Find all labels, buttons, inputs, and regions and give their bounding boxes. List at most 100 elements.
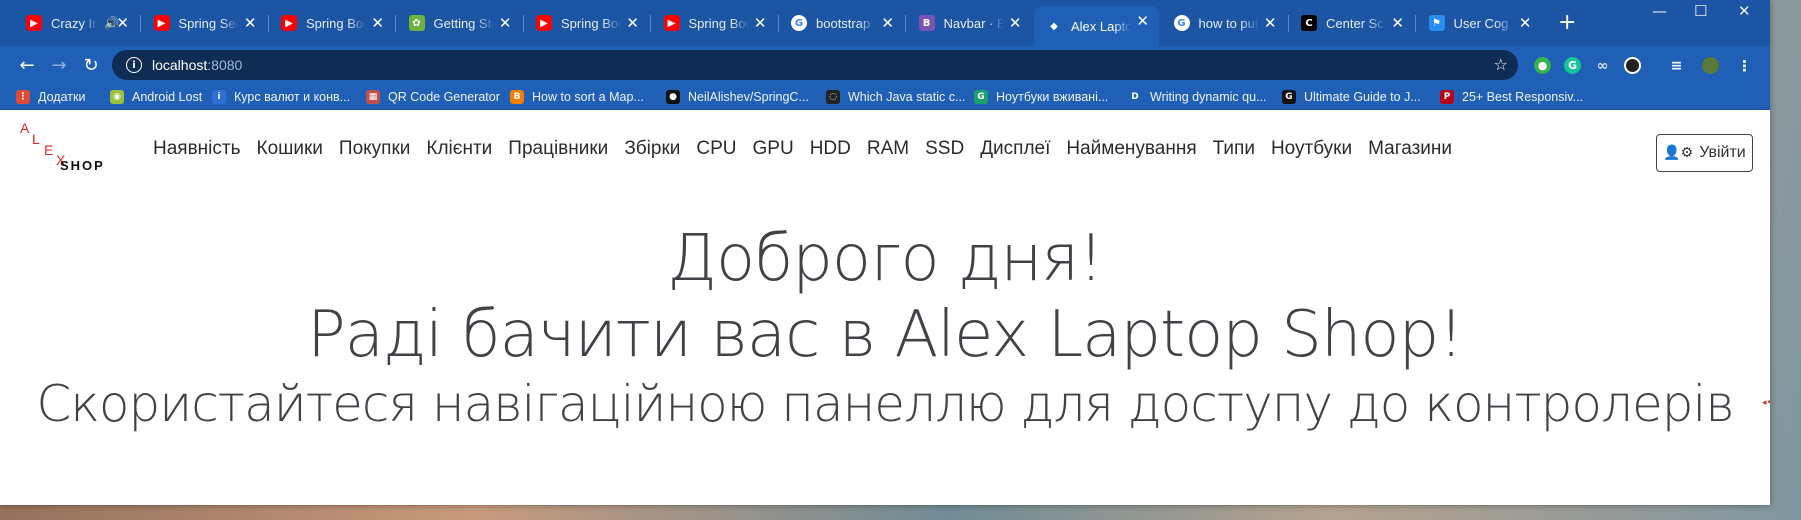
url-port: :8080 (207, 57, 243, 73)
close-window-icon[interactable]: ✕ (1738, 2, 1751, 20)
bookmark-item[interactable]: ● NeilAlishev/SpringC... (666, 88, 809, 106)
bookmark-item[interactable]: i Курс валют и конв... (212, 88, 350, 106)
tab-close-icon[interactable]: ✕ (1519, 14, 1532, 32)
logo-letter: E (44, 142, 54, 158)
user-cog-icon: 👤⚙ (1663, 145, 1694, 161)
back-arrow-icon[interactable]: ← (16, 54, 38, 76)
tab-close-icon[interactable]: ✕ (371, 14, 384, 32)
tab[interactable]: ▶ Spring Boot ✕ (524, 8, 649, 38)
page-content: A L E X SHOP Наявність Кошики Покупки Клієн… (0, 110, 1770, 505)
grammarly-icon[interactable]: G (1564, 57, 1581, 74)
bookmark-label: QR Code Generator (388, 90, 500, 104)
tab-title: Getting Star (433, 15, 494, 31)
pinterest-icon: P (1440, 90, 1454, 104)
bookmark-item[interactable]: P 25+ Best Responsiv... (1440, 88, 1583, 106)
url-host: localhost (152, 57, 208, 73)
info-icon: i (212, 90, 226, 104)
reading-list-icon[interactable]: ≡ (1668, 57, 1685, 74)
menu-dots-icon[interactable]: ⋮ (1736, 57, 1753, 75)
nav-link[interactable]: Наявність (145, 138, 249, 160)
bookmark-label: Додатки (38, 90, 86, 104)
bookmark-item[interactable]: G Ultimate Guide to J... (1282, 88, 1421, 106)
nav-link[interactable]: SSD (917, 138, 972, 160)
nav-link[interactable]: GPU (745, 138, 802, 160)
bookmark-label: How to sort a Map... (532, 90, 644, 104)
tab-close-icon[interactable]: ✕ (499, 14, 512, 32)
tab[interactable]: C Center Scre ✕ (1289, 8, 1414, 38)
link-extension-icon[interactable]: ∞ (1594, 57, 1611, 74)
tab[interactable]: B Navbar · Bo ✕ (907, 8, 1032, 38)
tab-title: Spring Boot (306, 15, 366, 31)
tab[interactable]: ◆ Alex Laptop ✕ (1034, 6, 1159, 46)
resize-handle-icon[interactable]: ◂•▸ (1762, 398, 1770, 408)
bookmark-label: Курс валют и конв... (234, 90, 351, 104)
bookmark-item[interactable]: D Writing dynamic qu... (1128, 88, 1266, 106)
g-dark-icon: G (1282, 90, 1296, 104)
tab-close-icon[interactable]: ✕ (881, 14, 894, 32)
tab-close-icon[interactable]: ✕ (626, 14, 639, 32)
app-icon: ◆ (1046, 18, 1062, 34)
nav-link[interactable]: Кошики (249, 138, 331, 160)
tab-close-icon[interactable]: ✕ (1264, 14, 1277, 32)
bookmark-item[interactable]: G Ноутбуки вживані... (974, 88, 1108, 106)
nav-link[interactable]: Клієнти (418, 138, 500, 160)
forward-arrow-icon[interactable]: → (48, 54, 70, 76)
site-info-icon[interactable]: i (126, 57, 142, 73)
bookmark-label: Ноутбуки вживані... (996, 90, 1109, 104)
bookmark-item[interactable]: ⋮ Додатки (16, 88, 85, 106)
browser-toolbar: ← → ↻ i localhost:8080 ☆ ● G ∞ ≡ ⋮ (0, 46, 1770, 84)
profile-avatar[interactable] (1702, 57, 1719, 74)
nav-link[interactable]: Працівники (500, 138, 616, 160)
tab[interactable]: ⚑ User Cog Ic ✕ (1417, 8, 1542, 38)
tab-close-icon[interactable]: ✕ (1009, 14, 1022, 32)
maximize-icon[interactable]: ☐ (1694, 2, 1707, 20)
minimize-icon[interactable]: — (1652, 2, 1667, 20)
bookmark-label: 25+ Best Responsiv... (1462, 90, 1584, 104)
bookmark-item[interactable]: ▦ QR Code Generator (366, 88, 500, 106)
tab[interactable]: ▶ Spring Boot ✕ (652, 8, 777, 38)
blogger-icon: B (510, 90, 524, 104)
nav-link[interactable]: Магазини (1360, 138, 1460, 160)
tab-close-icon[interactable]: ✕ (754, 14, 767, 32)
tab-title: Center Scre (1326, 15, 1386, 31)
tab-close-icon[interactable]: ✕ (1136, 12, 1149, 30)
nav-link[interactable]: RAM (859, 138, 917, 160)
tab[interactable]: ▶ Spring Boot ✕ (269, 8, 394, 38)
bookmark-star-icon[interactable]: ☆ (1494, 55, 1508, 74)
bookmark-item[interactable]: ◌ Which Java static c... (826, 88, 965, 106)
flag-icon: ⚑ (1428, 15, 1445, 31)
nav-link[interactable]: Типи (1205, 138, 1263, 160)
main-navigation: Наявність Кошики Покупки Клієнти Працівники З… (145, 138, 1460, 160)
dark-mode-icon[interactable] (1624, 57, 1641, 74)
youtube-icon: ▶ (663, 15, 680, 31)
extension-green-icon[interactable]: ● (1534, 57, 1551, 74)
nav-link[interactable]: Збірки (616, 138, 688, 160)
hero-greeting: Доброго дня! (667, 222, 1103, 296)
bookmark-item[interactable]: ◉ Android Lost (110, 88, 202, 106)
tab[interactable]: ▶ 🔊 Crazy In ✕ (14, 8, 139, 38)
reload-icon[interactable]: ↻ (80, 54, 102, 76)
tab-close-icon[interactable]: ✕ (116, 14, 129, 32)
tab[interactable]: Ghow to put ✕ (1162, 8, 1287, 38)
tab[interactable]: ✿ Getting Star ✕ (397, 8, 522, 38)
nav-link[interactable]: Найменування (1058, 138, 1204, 160)
bootstrap-icon: B (918, 15, 935, 31)
tab[interactable]: ▶ Spring Secu ✕ (142, 8, 267, 38)
tab[interactable]: Gbootstrap n ✕ (779, 8, 904, 38)
nav-link[interactable]: Покупки (331, 138, 418, 160)
nav-link[interactable]: Ноутбуки (1263, 138, 1360, 160)
nav-link[interactable]: HDD (802, 138, 859, 160)
tab-close-icon[interactable]: ✕ (244, 14, 257, 32)
bookmark-label: Ultimate Guide to J... (1304, 90, 1421, 104)
tab-title: Spring Secu (178, 15, 239, 31)
nav-link[interactable]: CPU (688, 138, 744, 160)
address-bar[interactable]: i localhost:8080 ☆ (112, 50, 1518, 80)
new-tab-button[interactable]: + (1558, 10, 1576, 35)
bookmark-item[interactable]: B How to sort a Map... (510, 88, 644, 106)
nav-link[interactable]: Дисплеї (972, 138, 1058, 160)
site-logo[interactable]: A L E X SHOP (18, 120, 128, 180)
login-button[interactable]: 👤⚙ Увійти (1656, 134, 1753, 172)
tab-title: User Cog Ic (1453, 15, 1514, 31)
tab-title: how to put (1198, 15, 1259, 31)
tab-close-icon[interactable]: ✕ (1391, 14, 1404, 32)
